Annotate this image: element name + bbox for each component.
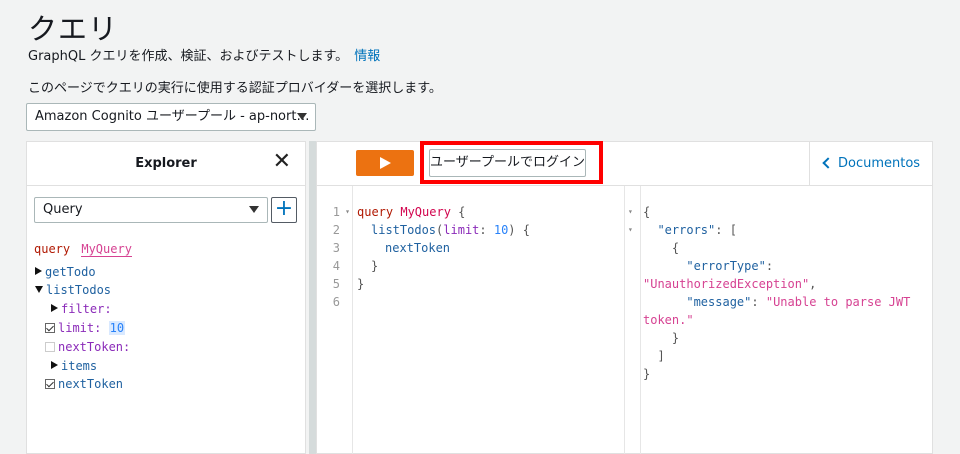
expand-icon [35,267,42,275]
run-query-button[interactable] [356,150,414,176]
caret-down-icon [249,206,259,213]
checkbox-checked-icon[interactable] [45,379,55,389]
chevron-left-icon [822,157,834,169]
line-number: 2 [332,223,340,237]
line-number: 6 [332,295,340,309]
result-line: } [671,331,680,345]
query-editor-panel: ユーザープールでログイン Documentos 1 ▾ 2 3 4 5 6 qu… [316,141,933,454]
code-line-1: query MyQuery { [357,205,466,219]
page-subtitle: GraphQL クエリを作成、検証、およびテストします。 情報 [28,45,380,64]
toolbar-divider [809,142,810,186]
operation-keyword: query [34,242,71,256]
result-line: { [643,205,651,219]
auth-description: このページでクエリの実行に使用する認証プロバイダーを選択します。 [28,81,442,96]
tree-item-filter[interactable]: filter: [51,301,112,317]
operation-header: query MyQuery [34,241,132,257]
result-line: "errors": [ [657,223,737,237]
line-number: 3 [332,241,340,255]
expand-icon [51,361,58,369]
expand-icon [51,304,58,312]
explorer-panel: Explorer ✕ Query + query MyQuery getTodo… [26,141,306,454]
explorer-header: Explorer ✕ [27,142,305,186]
collapse-icon [35,286,43,293]
operation-type-value: Query [43,202,83,217]
operation-name-input[interactable]: MyQuery [81,242,132,257]
fold-arrow-icon[interactable]: ▾ [628,203,633,221]
result-line: { [671,241,680,255]
tree-item-getTodo[interactable]: getTodo [35,264,96,280]
result-pane[interactable]: ▾ ▾ { "errors": [ { "errorType": "Unauth… [624,186,933,454]
fold-arrow-icon[interactable]: ▾ [345,203,350,221]
result-line: } [643,367,651,381]
tree-item-nextToken-arg[interactable]: nextToken: [45,339,130,355]
subtitle-text: GraphQL クエリを作成、検証、およびテストします。 [28,49,349,64]
panel-resize-handle[interactable] [309,141,316,454]
tree-item-nextToken[interactable]: nextToken [45,376,123,392]
editor-toolbar: ユーザープールでログイン Documentos [317,141,932,186]
auth-provider-value: Amazon Cognito ユーザープール - ap-nort… [35,109,310,124]
explorer-title: Explorer [135,156,197,171]
auth-provider-select[interactable]: Amazon Cognito ユーザープール - ap-nort… [26,103,316,131]
result-line: "message": "Unable to parse JWT [686,295,911,309]
page-title: クエリ [28,12,119,46]
code-line-4: } [371,259,379,273]
result-line: "errorType": [686,259,774,273]
checkbox-checked-icon[interactable] [45,323,55,333]
query-pane[interactable]: 1 ▾ 2 3 4 5 6 query MyQuery { listTodos(… [317,186,624,454]
line-number: 5 [332,277,340,291]
limit-value-input[interactable]: 10 [108,321,126,335]
info-link[interactable]: 情報 [354,49,380,64]
checkbox-unchecked-icon[interactable] [45,342,55,352]
line-number: 4 [332,259,340,273]
result-fold-gutter: ▾ ▾ [625,186,641,454]
add-operation-button[interactable]: + [271,197,297,223]
code-line-5: } [357,277,365,291]
caret-down-icon [297,113,307,120]
annotation-highlight-box [420,141,603,184]
operation-type-select[interactable]: Query [34,197,268,223]
fold-arrow-icon[interactable]: ▾ [628,221,633,239]
line-number-gutter: 1 ▾ 2 3 4 5 6 [317,186,353,454]
code-line-2: listTodos(limit: 10) { [371,223,530,237]
result-line: token." [643,313,694,327]
tree-item-limit[interactable]: limit: 10 [45,320,126,336]
code-line-3: nextToken [385,241,451,255]
tree-item-listTodos[interactable]: listTodos [35,282,111,298]
tree-item-items[interactable]: items [51,358,97,374]
close-icon[interactable]: ✕ [273,151,291,173]
play-icon [380,157,391,169]
line-number: 1 [332,205,340,219]
docs-link[interactable]: Documentos [822,156,920,171]
result-line: "UnauthorizedException", [643,277,817,291]
result-line: ] [657,349,665,363]
